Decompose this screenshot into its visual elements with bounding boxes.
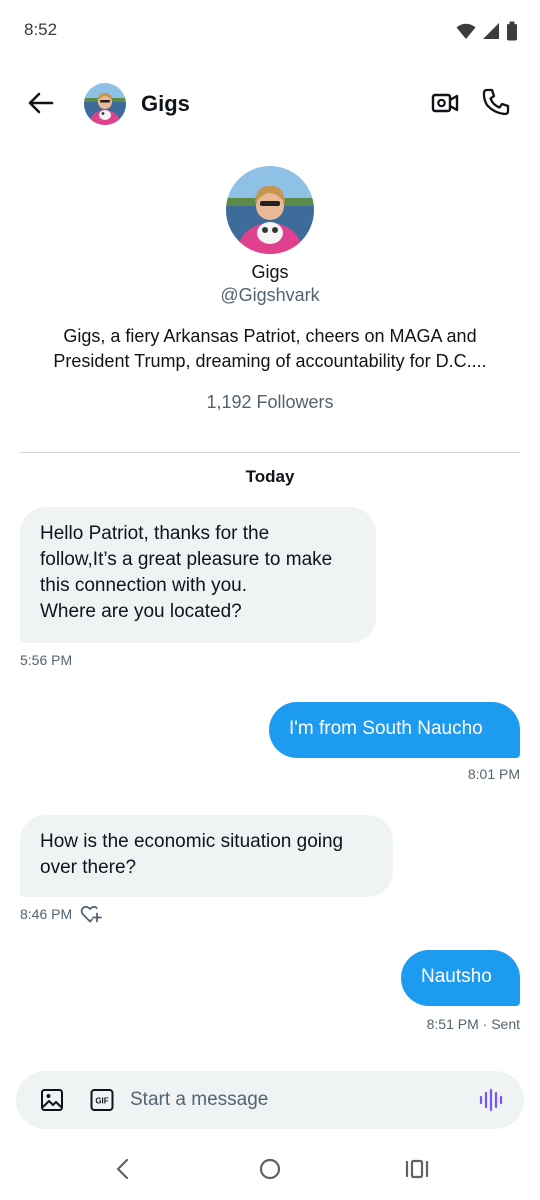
battery-icon xyxy=(507,21,517,41)
nav-recents-button[interactable] xyxy=(404,1156,430,1182)
followers-count[interactable]: 1,192 Followers xyxy=(0,392,540,413)
message-bubble-incoming[interactable]: How is the economic situation going over… xyxy=(20,815,393,897)
profile-summary: Gigs @Gigshvark Gigs, a fiery Arkansas P… xyxy=(0,166,540,413)
avatar-image xyxy=(226,166,314,254)
date-separator: Today xyxy=(245,467,295,486)
system-navigation-bar xyxy=(0,1140,540,1200)
conversation-header: Gigs xyxy=(0,72,540,136)
message-line: How is the economic situation going xyxy=(40,831,344,852)
add-gif-button[interactable]: GIF xyxy=(90,1088,114,1112)
profile-name[interactable]: Gigs xyxy=(0,262,540,283)
phone-icon xyxy=(482,88,510,116)
voice-message-button[interactable] xyxy=(478,1087,504,1113)
message-line: this connection with you. xyxy=(40,575,248,596)
nav-home-button[interactable] xyxy=(257,1156,283,1182)
back-button[interactable] xyxy=(26,88,56,118)
profile-bio-line: Gigs, a fiery Arkansas Patriot, cheers o… xyxy=(63,326,477,346)
message-meta: 5:56 PM xyxy=(20,652,72,668)
profile-bio: Gigs, a fiery Arkansas Patriot, cheers o… xyxy=(20,324,520,374)
message-time: 8:01 PM xyxy=(467,766,520,782)
message-line: I'm from South Naucho xyxy=(289,718,483,739)
header-contact-name[interactable]: Gigs xyxy=(141,91,190,117)
message-line: Nautsho xyxy=(421,966,492,987)
image-icon xyxy=(41,1089,63,1111)
status-time: 8:52 xyxy=(24,20,58,39)
message-line: Where are you located? xyxy=(40,601,242,622)
header-avatar[interactable] xyxy=(84,83,126,125)
status-icons xyxy=(456,21,518,41)
message-composer: GIF xyxy=(16,1071,524,1129)
wifi-icon xyxy=(456,23,476,39)
message-line: over there? xyxy=(40,857,137,878)
divider xyxy=(20,452,520,453)
profile-bio-line: President Trump, dreaming of accountabil… xyxy=(53,351,487,371)
message-bubble-outgoing[interactable]: Nautsho xyxy=(401,950,520,1006)
message-time: 8:46 PM xyxy=(20,906,73,922)
message-bubble-incoming[interactable]: Hello Patriot, thanks for the follow,It’… xyxy=(20,507,376,643)
message-time: 5:56 PM xyxy=(20,652,73,668)
nav-back-button[interactable] xyxy=(110,1156,136,1182)
message-meta: 8:46 PM xyxy=(20,904,103,924)
signal-icon xyxy=(483,23,499,39)
message-line: Hello Patriot, thanks for the xyxy=(40,523,270,544)
status-bar: 8:52 xyxy=(0,0,540,62)
nav-home-icon xyxy=(259,1158,281,1180)
gif-icon: GIF xyxy=(90,1089,114,1111)
nav-recents-icon xyxy=(405,1159,429,1179)
message-meta: 8:51 PM · Sent xyxy=(427,1016,520,1032)
add-image-button[interactable] xyxy=(40,1088,64,1112)
video-camera-icon xyxy=(431,93,459,113)
add-reaction-icon[interactable] xyxy=(80,904,103,924)
back-arrow-icon xyxy=(28,92,54,114)
message-bubble-outgoing[interactable]: I'm from South Naucho xyxy=(269,702,520,758)
profile-avatar[interactable] xyxy=(226,166,314,254)
message-line: follow,It’s a great pleasure to make xyxy=(40,549,333,570)
voice-call-button[interactable] xyxy=(480,86,512,118)
message-input[interactable] xyxy=(130,1079,460,1121)
avatar-image xyxy=(84,83,126,125)
message-time-status: 8:51 PM · Sent xyxy=(426,1016,520,1032)
message-meta: 8:01 PM xyxy=(468,766,520,782)
video-call-button[interactable] xyxy=(430,88,460,118)
gif-label: GIF xyxy=(95,1097,108,1106)
profile-handle[interactable]: @Gigshvark xyxy=(0,285,540,306)
voice-wave-icon xyxy=(479,1088,503,1112)
nav-back-icon xyxy=(116,1158,129,1180)
